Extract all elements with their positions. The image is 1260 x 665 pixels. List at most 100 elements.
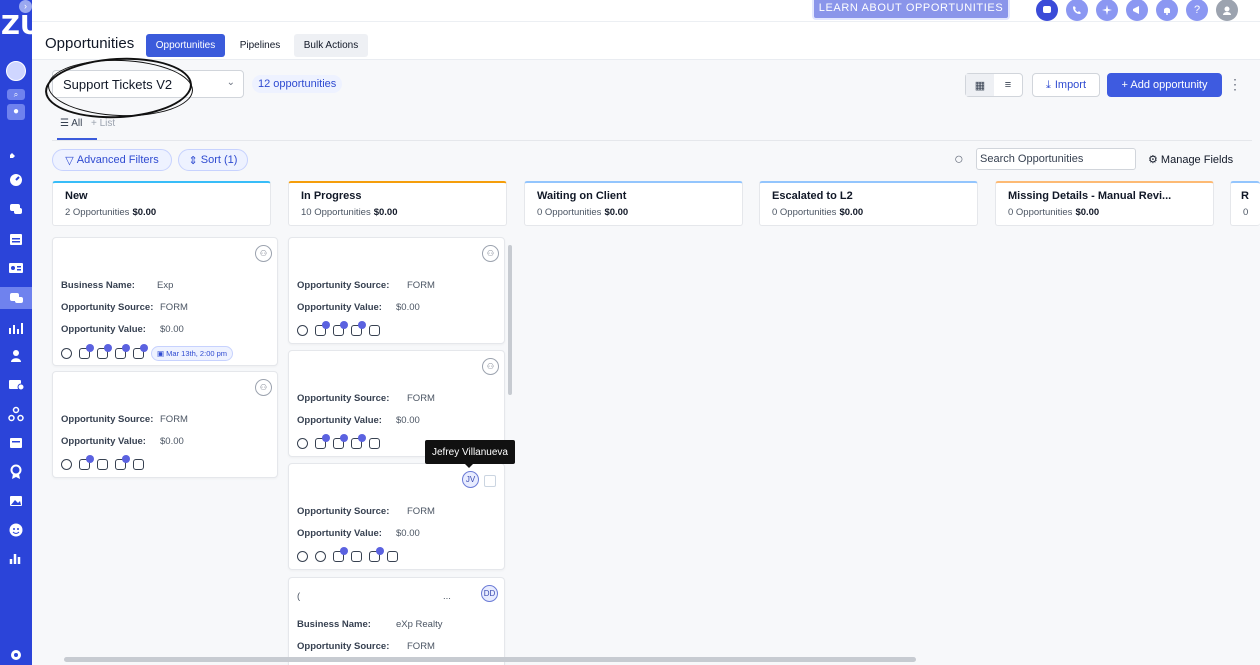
opportunity-card[interactable]: JV Opportunity Source: FORM Opportunity V…: [288, 463, 505, 570]
document-icon[interactable]: [97, 459, 108, 470]
calendar-icon[interactable]: [369, 438, 380, 449]
location-avatar[interactable]: [5, 61, 27, 81]
settings-icon[interactable]: [5, 645, 27, 665]
tab-opportunities[interactable]: Opportunities: [146, 34, 225, 57]
calendar-icon: ▣: [157, 349, 167, 358]
list-view-icon[interactable]: ≡: [994, 74, 1022, 96]
learn-about-opportunities-button[interactable]: LEARN ABOUT OPPORTUNITIES: [812, 0, 1010, 20]
scrollbar-thumb[interactable]: [64, 657, 916, 662]
appointment-date-chip[interactable]: ▣ Mar 13th, 2:00 pm: [151, 346, 234, 361]
tag-icon[interactable]: [315, 434, 330, 449]
view-toggle[interactable]: ▦ ≡: [965, 73, 1023, 97]
left-sidebar: ZU › ⌕ ●: [0, 0, 41, 665]
tooltip-arrow: [464, 463, 474, 468]
task-icon[interactable]: [115, 455, 130, 470]
opportunity-count-badge: 12 opportunities: [252, 75, 343, 93]
contacts-icon[interactable]: [5, 258, 27, 278]
chevron-down-icon: ⌄: [226, 77, 235, 88]
expand-sidebar-button[interactable]: ›: [19, 0, 32, 13]
manage-fields-button[interactable]: ⚙ Manage Fields: [1148, 153, 1233, 166]
column-header-escalated-to-l2: Escalated to L2 0 Opportunities $0.00: [759, 181, 978, 226]
vertical-scrollbar[interactable]: [508, 237, 512, 657]
assign-user-icon[interactable]: ⚇: [255, 379, 272, 396]
page-header: Opportunities Opportunities Pipelines Bu…: [32, 22, 1260, 60]
bell-icon[interactable]: [1156, 0, 1178, 21]
tab-add-list[interactable]: + List: [91, 118, 115, 129]
chat-icon[interactable]: [297, 325, 308, 336]
grid-view-icon[interactable]: ▦: [966, 74, 994, 96]
task-icon[interactable]: [351, 321, 366, 336]
column-header-missing-details: Missing Details - Manual Revi... 0 Oppor…: [995, 181, 1214, 226]
people-icon[interactable]: [5, 346, 27, 366]
search-icon: ○: [954, 151, 964, 168]
sites-icon[interactable]: [5, 433, 27, 453]
assign-user-icon[interactable]: ⚇: [482, 245, 499, 262]
assign-user-icon[interactable]: ⚇: [255, 245, 272, 262]
download-icon: ⤓: [1045, 78, 1051, 91]
tab-all[interactable]: ☰ All: [60, 118, 82, 129]
calendar-icon[interactable]: [5, 229, 27, 249]
media-icon[interactable]: [5, 491, 27, 511]
advanced-filters-button[interactable]: ▽ Advanced Filters: [52, 149, 172, 171]
opportunities-icon[interactable]: [0, 287, 32, 309]
reputation-icon[interactable]: [5, 462, 27, 482]
opportunity-card[interactable]: ⚇ Business Name: Exp Opportunity Source: F…: [52, 237, 278, 366]
task-icon[interactable]: [133, 344, 148, 359]
rocket-icon[interactable]: [5, 142, 27, 162]
megaphone-icon[interactable]: [1126, 0, 1148, 21]
sparkle-icon[interactable]: [1096, 0, 1118, 21]
task-icon[interactable]: [369, 547, 384, 562]
calendar-icon[interactable]: [387, 551, 398, 562]
task-icon[interactable]: [351, 434, 366, 449]
dashboard-icon[interactable]: [5, 170, 27, 190]
help-icon[interactable]: ?: [1186, 0, 1208, 21]
mail-icon[interactable]: [5, 374, 27, 394]
reporting-icon[interactable]: [5, 548, 27, 568]
divider: [52, 140, 1252, 141]
tag-icon[interactable]: [333, 547, 348, 562]
notes-icon[interactable]: [79, 344, 94, 359]
tag-icon[interactable]: [315, 321, 330, 336]
add-opportunity-button[interactable]: + Add opportunity: [1107, 73, 1222, 97]
calendar-icon[interactable]: [133, 459, 144, 470]
opportunity-card[interactable]: ⚇ Opportunity Source: FORM Opportunity Va…: [288, 237, 505, 344]
opportunity-card[interactable]: ⚇ Opportunity Source: FORM Opportunity Va…: [52, 371, 278, 478]
calendar-icon[interactable]: [369, 325, 380, 336]
automation-icon[interactable]: [5, 404, 27, 424]
chat-icon[interactable]: [315, 551, 326, 562]
more-options-icon[interactable]: ⋮: [1228, 76, 1242, 93]
document-icon[interactable]: [333, 434, 348, 449]
opportunity-card[interactable]: ( ... DD Business Name: eXp Realty Opport…: [288, 577, 505, 665]
document-icon[interactable]: [351, 551, 362, 562]
document-icon[interactable]: [115, 344, 130, 359]
scrollbar-thumb[interactable]: [508, 245, 512, 395]
select-card-checkbox[interactable]: [484, 475, 496, 487]
sort-button[interactable]: ⇕ Sort (1): [178, 149, 248, 171]
chat-icon[interactable]: [5, 199, 27, 219]
chat-icon[interactable]: [297, 438, 308, 449]
assignee-avatar[interactable]: JV: [462, 471, 479, 488]
phone-icon[interactable]: [61, 348, 72, 359]
phone-icon[interactable]: [1066, 0, 1088, 21]
tab-bulk-actions[interactable]: Bulk Actions: [294, 34, 368, 57]
tag-icon[interactable]: [97, 344, 112, 359]
page-title: Opportunities: [45, 35, 135, 52]
gear-icon: ⚙: [1148, 154, 1161, 166]
phone-icon[interactable]: [297, 551, 308, 562]
chat-icon[interactable]: [1036, 0, 1058, 21]
document-icon[interactable]: [333, 321, 348, 336]
payments-icon[interactable]: [5, 318, 27, 338]
horizontal-scrollbar[interactable]: [52, 656, 1252, 662]
tab-pipelines[interactable]: Pipelines: [232, 34, 288, 57]
import-button[interactable]: ⤓ Import: [1032, 73, 1100, 97]
chat-icon[interactable]: [61, 459, 72, 470]
assignee-avatar[interactable]: DD: [481, 585, 498, 602]
column-header-new: New 2 Opportunities $0.00: [52, 181, 271, 226]
search-icon[interactable]: ⌕: [5, 88, 27, 100]
user-icon[interactable]: ●: [5, 104, 27, 120]
smiley-icon[interactable]: [5, 520, 27, 540]
search-input[interactable]: Search Opportunities: [976, 148, 1136, 170]
profile-avatar[interactable]: [1216, 0, 1238, 21]
tag-icon[interactable]: [79, 455, 94, 470]
assign-user-icon[interactable]: ⚇: [482, 358, 499, 375]
